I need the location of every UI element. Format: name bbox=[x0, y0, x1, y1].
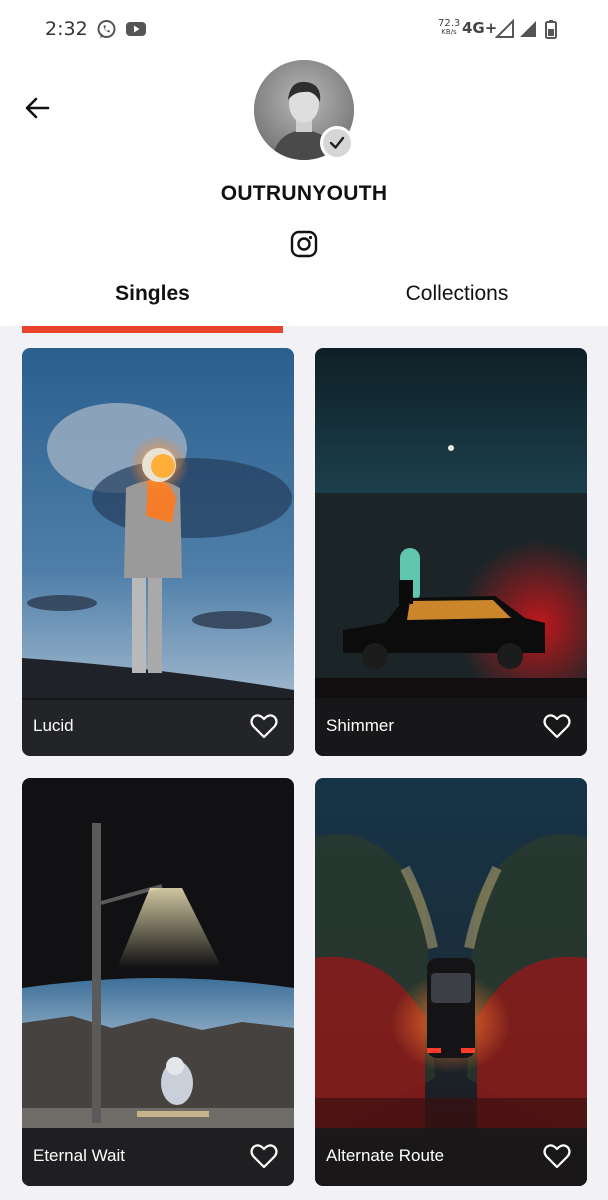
card-title: Alternate Route bbox=[326, 1146, 445, 1165]
card-title: Shimmer bbox=[326, 716, 395, 735]
instagram-icon[interactable] bbox=[290, 230, 318, 258]
tab-collections[interactable]: Collections bbox=[326, 278, 588, 318]
check-icon bbox=[329, 136, 345, 149]
heart-icon[interactable] bbox=[543, 713, 571, 739]
signal-icon bbox=[520, 21, 536, 37]
artwork-card-alternate-route[interactable]: Alternate Route bbox=[315, 778, 587, 1186]
artwork-image bbox=[22, 778, 294, 1186]
heart-icon[interactable] bbox=[250, 1143, 278, 1169]
verified-badge bbox=[320, 126, 354, 160]
active-tab-indicator bbox=[22, 326, 283, 333]
status-bar: 2:32 72.3 KB/s 4G+ bbox=[0, 0, 608, 60]
signal-icon bbox=[495, 19, 514, 38]
artwork-image bbox=[22, 348, 294, 756]
network-speed: 72.3 KB/s bbox=[438, 18, 461, 37]
artwork-card-eternal-wait[interactable]: Eternal Wait bbox=[22, 778, 294, 1186]
card-caption: Eternal Wait bbox=[22, 1128, 294, 1186]
status-time: 2:32 bbox=[45, 18, 88, 40]
youtube-icon bbox=[126, 22, 146, 36]
battery-icon bbox=[545, 20, 557, 39]
back-arrow-icon[interactable] bbox=[24, 96, 52, 120]
network-type: 4G+ bbox=[462, 19, 498, 37]
artwork-card-shimmer[interactable]: Shimmer bbox=[315, 348, 587, 756]
card-title: Lucid bbox=[33, 716, 74, 735]
card-caption: Lucid bbox=[22, 698, 294, 756]
artwork-image bbox=[315, 778, 587, 1186]
profile-header: OUTRUNYOUTH Singles Collections bbox=[0, 60, 608, 326]
whatsapp-icon bbox=[97, 20, 116, 38]
profile-name: OUTRUNYOUTH bbox=[220, 182, 388, 205]
artwork-image bbox=[315, 348, 587, 756]
heart-icon[interactable] bbox=[543, 1143, 571, 1169]
card-caption: Shimmer bbox=[315, 698, 587, 756]
heart-icon[interactable] bbox=[250, 713, 278, 739]
card-caption: Alternate Route bbox=[315, 1128, 587, 1186]
tab-singles[interactable]: Singles bbox=[22, 278, 283, 318]
artwork-card-lucid[interactable]: Lucid bbox=[22, 348, 294, 756]
card-title: Eternal Wait bbox=[33, 1146, 125, 1165]
